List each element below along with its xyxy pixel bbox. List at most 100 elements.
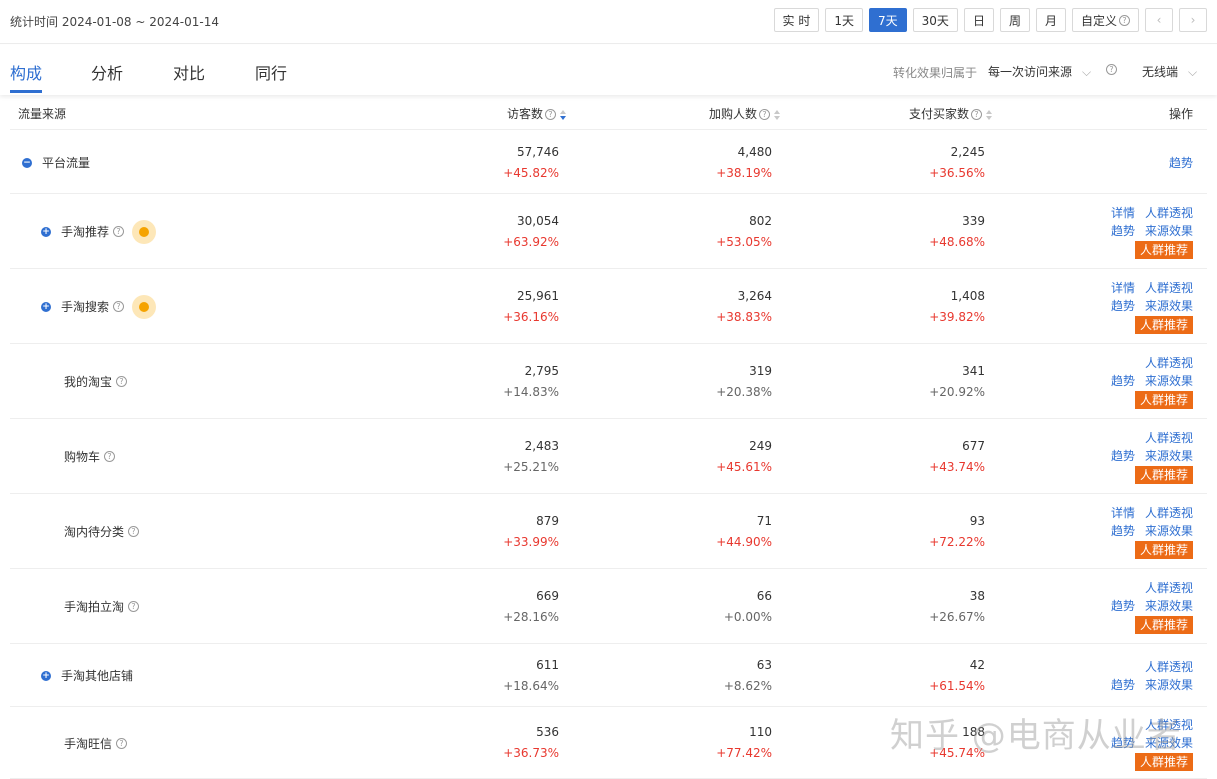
- help-icon[interactable]: ?: [116, 376, 128, 387]
- ops-cell: 人群透视 趋势 来源效果人群推荐: [1101, 579, 1193, 634]
- source-name: 平台流量: [42, 156, 91, 170]
- tab-composition[interactable]: 构成: [10, 60, 42, 84]
- help-icon[interactable]: ?: [104, 451, 116, 462]
- visitors-cell: 879 +33.99%: [419, 511, 559, 553]
- ops-cell: 趋势: [1159, 154, 1193, 172]
- expand-icon[interactable]: +: [41, 670, 51, 681]
- op-link[interactable]: 人群透视: [1145, 431, 1193, 445]
- op-link[interactable]: 详情: [1111, 506, 1135, 520]
- crowd-recommend-button[interactable]: 人群推荐: [1134, 316, 1193, 334]
- status-dot-icon: [132, 219, 157, 244]
- cart-value: 319: [749, 363, 772, 378]
- op-link[interactable]: 人群透视: [1145, 506, 1193, 520]
- help-icon[interactable]: ?: [113, 226, 125, 237]
- btn-day[interactable]: 日: [963, 8, 994, 32]
- op-link[interactable]: 人群透视: [1145, 356, 1193, 370]
- expand-icon[interactable]: +: [41, 301, 51, 312]
- btn-month[interactable]: 月: [1035, 8, 1066, 32]
- stat-period: 统计时间 2024-01-08 ~ 2024-01-14: [10, 15, 219, 29]
- sort-icon: [774, 109, 781, 120]
- buyers-change: +61.54%: [929, 678, 985, 693]
- attribution-label: 转化效果归属于: [893, 66, 978, 80]
- op-link[interactable]: 人群透视: [1145, 206, 1193, 220]
- op-link[interactable]: 详情: [1111, 281, 1135, 295]
- prev-period-button[interactable]: ‹: [1145, 8, 1173, 32]
- collapse-icon[interactable]: −: [22, 157, 32, 168]
- btn-7day[interactable]: 7天: [869, 8, 907, 32]
- op-link[interactable]: 趋势: [1111, 678, 1135, 692]
- col-ops: 操作: [1168, 107, 1193, 121]
- cart-value: 66: [756, 588, 772, 603]
- help-icon[interactable]: ?: [1106, 64, 1117, 75]
- col-visitors[interactable]: 访客数?: [507, 105, 567, 122]
- cart-cell: 4,480 +38.19%: [632, 142, 772, 184]
- op-link[interactable]: 趋势: [1169, 156, 1193, 170]
- crowd-recommend-button[interactable]: 人群推荐: [1134, 391, 1193, 409]
- op-link[interactable]: 趋势: [1111, 449, 1135, 463]
- op-link[interactable]: 来源效果: [1145, 224, 1193, 238]
- op-link[interactable]: 趋势: [1111, 224, 1135, 238]
- help-icon[interactable]: ?: [116, 737, 128, 749]
- help-icon[interactable]: ?: [113, 301, 125, 312]
- op-link[interactable]: 人群透视: [1145, 581, 1193, 595]
- op-link[interactable]: 趋势: [1111, 374, 1135, 388]
- ops-cell: 人群透视 趋势 来源效果人群推荐: [1101, 429, 1193, 484]
- op-link[interactable]: 人群透视: [1145, 660, 1193, 674]
- crowd-recommend-button[interactable]: 人群推荐: [1134, 241, 1193, 259]
- btn-1day[interactable]: 1天: [825, 8, 864, 32]
- crowd-recommend-button[interactable]: 人群推荐: [1134, 541, 1193, 559]
- attribution-select[interactable]: 每一次访问来源 ⌵: [988, 63, 1091, 80]
- source-cell: 淘内待分类?: [64, 523, 140, 541]
- device-select[interactable]: 无线端 ⌵: [1142, 63, 1197, 80]
- crowd-recommend-button[interactable]: 人群推荐: [1134, 466, 1193, 484]
- op-link[interactable]: 来源效果: [1145, 299, 1193, 313]
- visitors-value: 611: [536, 657, 559, 672]
- btn-realtime[interactable]: 实 时: [773, 8, 820, 32]
- op-link[interactable]: 人群透视: [1145, 281, 1193, 295]
- btn-week[interactable]: 周: [999, 8, 1030, 32]
- time-range-buttons: 实 时 1天 7天 30天 日 周 月 自定义? ‹ ›: [773, 8, 1207, 32]
- op-link[interactable]: 来源效果: [1145, 524, 1193, 538]
- visitors-value: 30,054: [517, 213, 559, 228]
- op-link[interactable]: 来源效果: [1145, 678, 1193, 692]
- source-cell: + 手淘推荐?: [41, 219, 157, 244]
- ops-cell: 详情 人群透视 趋势 来源效果人群推荐: [1101, 504, 1193, 559]
- help-icon[interactable]: ?: [128, 526, 140, 537]
- tab-compare[interactable]: 对比: [173, 60, 205, 84]
- visitors-change: +36.16%: [503, 309, 559, 324]
- crowd-recommend-button[interactable]: 人群推荐: [1134, 616, 1193, 634]
- expand-icon[interactable]: +: [41, 226, 51, 237]
- buyers-value: 38: [969, 588, 985, 603]
- op-link[interactable]: 来源效果: [1145, 374, 1193, 388]
- op-link[interactable]: 来源效果: [1145, 449, 1193, 463]
- source-cell: + 手淘搜索?: [41, 294, 157, 319]
- cart-change: +8.62%: [723, 678, 772, 693]
- attribution-value: 每一次访问来源: [988, 65, 1073, 79]
- source-cell: 购物车?: [64, 448, 116, 466]
- chevron-down-icon: ⌵: [1188, 65, 1198, 79]
- btn-30day[interactable]: 30天: [912, 8, 958, 32]
- table-row: + 手淘推荐? 30,054 +63.92% 802 +53.05% 339 +48.68% 详…: [10, 194, 1207, 269]
- status-dot-icon: [132, 294, 157, 319]
- tab-peers[interactable]: 同行: [255, 60, 287, 84]
- op-link[interactable]: 来源效果: [1145, 599, 1193, 613]
- chevron-left-icon: ‹: [1156, 13, 1162, 27]
- op-link[interactable]: 趋势: [1111, 299, 1135, 313]
- op-link[interactable]: 趋势: [1111, 524, 1135, 538]
- visitors-change: +14.83%: [503, 384, 559, 399]
- cart-change: +0.00%: [723, 609, 772, 624]
- col-cart[interactable]: 加购人数?: [709, 105, 781, 122]
- col-buyers[interactable]: 支付买家数?: [909, 105, 993, 122]
- btn-custom[interactable]: 自定义?: [1071, 8, 1139, 32]
- col-visitors-label: 访客数: [507, 107, 544, 121]
- visitors-cell: 2,795 +14.83%: [419, 361, 559, 403]
- visitors-cell: 30,054 +63.92%: [419, 211, 559, 253]
- col-cart-label: 加购人数: [709, 107, 758, 121]
- tab-analysis[interactable]: 分析: [91, 60, 123, 84]
- help-icon[interactable]: ?: [128, 601, 140, 612]
- next-period-button[interactable]: ›: [1179, 8, 1207, 32]
- op-link[interactable]: 详情: [1111, 206, 1135, 220]
- visitors-change: +18.64%: [503, 678, 559, 693]
- buyers-cell: 38 +26.67%: [845, 586, 985, 628]
- op-link[interactable]: 趋势: [1111, 599, 1135, 613]
